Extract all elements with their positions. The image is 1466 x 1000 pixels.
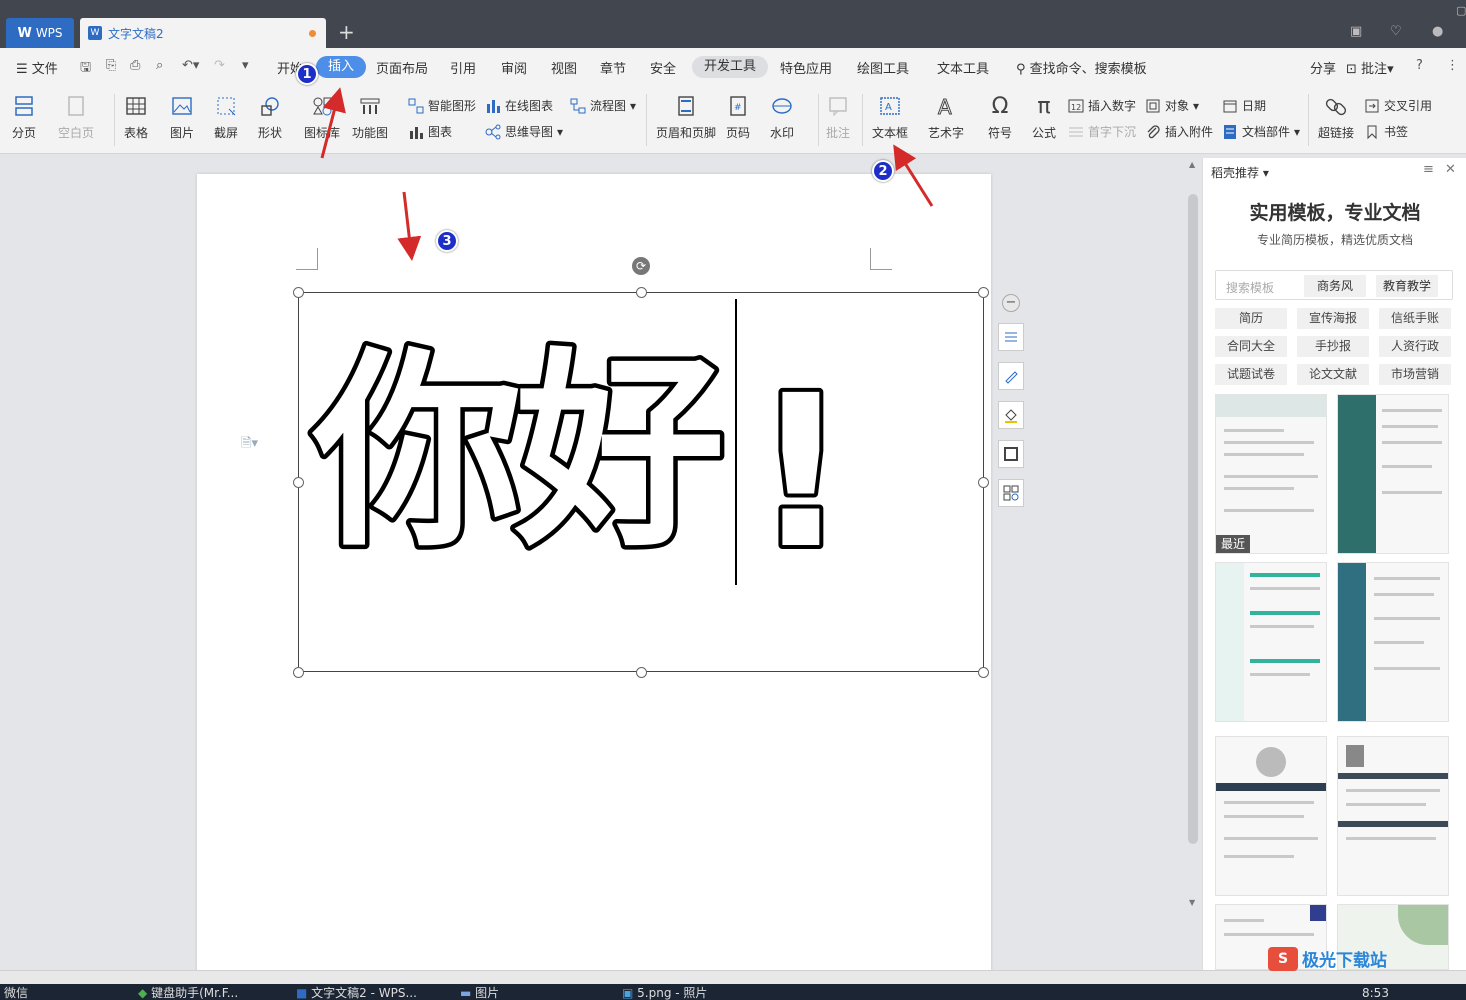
arrow-to-insert-tab <box>320 87 346 159</box>
wps-app-icon: ■ <box>296 986 308 1000</box>
category-contracts[interactable]: 合同大全 <box>1215 336 1287 357</box>
thumbnail-photo <box>1256 747 1286 777</box>
recent-badge: 最近 <box>1216 535 1250 553</box>
thumbnail-sidebar <box>1338 563 1366 721</box>
panel-header[interactable]: 稻壳推荐 ▾ <box>1211 164 1269 181</box>
arrow-to-textbox <box>397 191 422 261</box>
keyboard-app-icon: ◆ <box>138 986 148 1000</box>
template-thumbnail[interactable] <box>1215 736 1327 896</box>
taskbar-item-photos-label: 5.png - 照片 <box>637 986 708 1000</box>
step-badge-3: 3 <box>436 230 458 252</box>
template-search-input[interactable]: 搜索模板 商务风 教育教学 <box>1215 270 1453 300</box>
thumbnail-header <box>1216 395 1326 417</box>
template-thumbnail[interactable] <box>1337 736 1449 896</box>
taskbar-item-wechat[interactable]: 微信 <box>4 987 28 999</box>
category-handwritten[interactable]: 手抄报 <box>1297 336 1369 357</box>
step-badge-1: 1 <box>296 63 318 85</box>
thumbnail-photo <box>1346 745 1364 767</box>
panel-subtitle: 专业简历模板，精选优质文档 <box>1256 233 1413 247</box>
category-exams[interactable]: 试题试卷 <box>1215 364 1287 385</box>
taskbar-item-pictures-label: 图片 <box>475 986 500 1000</box>
site-watermark: S 极光下载站 <box>1268 946 1387 971</box>
template-thumbnail[interactable] <box>1337 562 1449 722</box>
taskbar-item-wps-label: 文字文稿2 - WPS... <box>311 986 417 1000</box>
category-hr[interactable]: 人资行政 <box>1379 336 1451 357</box>
watermark-logo-icon: S <box>1268 946 1298 971</box>
step-badge-2: 2 <box>872 160 894 182</box>
panel-menu-icon[interactable]: ≡ <box>1423 162 1434 177</box>
taskbar-item-wps[interactable]: ■ 文字文稿2 - WPS... <box>296 987 417 999</box>
taskbar-item-photos[interactable]: ▣ 5.png - 照片 <box>622 987 707 999</box>
status-bar <box>0 970 1466 984</box>
photos-app-icon: ▣ <box>622 986 634 1000</box>
scrollbar-thumb[interactable] <box>1188 194 1198 844</box>
template-search-placeholder: 搜索模板 <box>1226 281 1275 295</box>
thumbnail-sidebar <box>1216 563 1244 721</box>
tag-education[interactable]: 教育教学 <box>1376 275 1438 297</box>
panel-header-label: 稻壳推荐 <box>1211 166 1260 180</box>
taskbar-clock[interactable]: 8:53 <box>1362 987 1389 999</box>
taskbar-item-pictures[interactable]: ▬ 图片 <box>460 987 499 999</box>
template-thumbnail[interactable] <box>1215 562 1327 722</box>
scroll-down-icon[interactable]: ▼ <box>1189 898 1195 907</box>
taskbar-item-keyboard-label: 键盘助手(Mr.F... <box>151 986 239 1000</box>
template-panel: 稻壳推荐 ▾ ≡ ✕ 实用模板，专业文档 专业简历模板，精选优质文档 搜索模板 … <box>1202 158 1466 970</box>
template-thumbnail[interactable]: 最近 <box>1215 394 1327 554</box>
watermark-text: 极光下载站 <box>1302 951 1387 971</box>
category-papers[interactable]: 论文文献 <box>1297 364 1369 385</box>
scroll-up-icon[interactable]: ▲ <box>1189 160 1195 169</box>
category-marketing[interactable]: 市场营销 <box>1379 364 1451 385</box>
category-resume[interactable]: 简历 <box>1215 308 1287 329</box>
category-poster[interactable]: 宣传海报 <box>1297 308 1369 329</box>
arrow-to-textbox-button <box>893 144 934 207</box>
tag-business[interactable]: 商务风 <box>1304 275 1366 297</box>
template-thumbnail[interactable] <box>1337 394 1449 554</box>
folder-icon: ▬ <box>460 986 472 1000</box>
category-stationery[interactable]: 信纸手账 <box>1379 308 1451 329</box>
taskbar-item-keyboard[interactable]: ◆ 键盘助手(Mr.F... <box>138 987 238 999</box>
os-taskbar: 微信 ◆ 键盘助手(Mr.F... ■ 文字文稿2 - WPS... ▬ 图片 … <box>0 984 1466 1000</box>
panel-close-icon[interactable]: ✕ <box>1445 162 1456 177</box>
thumbnail-sidebar <box>1338 395 1376 553</box>
document-scrollbar[interactable]: ▲ ▼ <box>1186 158 1200 970</box>
thumbnail-leaf-art <box>1398 905 1448 945</box>
panel-title: 实用模板，专业文档 <box>1249 202 1421 224</box>
